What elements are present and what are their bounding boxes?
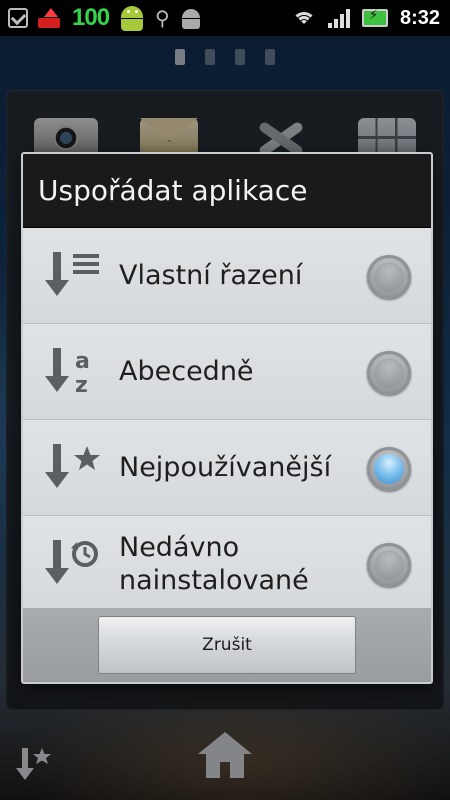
most-used-sort-icon [45,444,100,488]
svg-text:a: a [75,349,90,374]
radio-button[interactable] [367,351,411,395]
cancel-button[interactable]: Zrušit [98,616,356,674]
android-battery-icon [119,3,145,33]
option-recently-installed[interactable]: Nedávno nainstalované [23,516,431,612]
wifi-icon [291,8,316,28]
signal-icon [327,8,350,28]
radio-button-selected[interactable] [367,447,411,491]
svg-text:z: z [75,373,88,398]
status-bar: 100 ⚲ 8:32 [0,0,450,36]
alphabetical-sort-icon: a z [45,348,90,398]
usb-icon: ⚲ [155,6,170,30]
option-alphabetical[interactable]: a z Abecedně [23,324,431,420]
radio-button[interactable] [367,255,411,299]
clock: 8:32 [399,6,440,29]
option-label: Nejpoužívanější [119,452,332,483]
radio-button[interactable] [367,543,411,587]
custom-sort-icon [45,252,99,296]
option-label: Nedávno nainstalované [119,531,309,596]
battery-percent-text: 100 [72,4,110,31]
option-custom-sort[interactable]: Vlastní řazení [23,228,431,324]
notification-arrow-icon [38,8,62,28]
option-label: Abecedně [119,356,254,387]
android-debug-icon [180,7,202,29]
dialog-footer: Zrušit [23,608,431,682]
battery-charging-icon [361,8,388,27]
checkbox-icon [8,8,28,28]
option-most-used[interactable]: Nejpoužívanější [23,420,431,516]
option-label: Vlastní řazení [119,260,303,291]
recently-installed-sort-icon [45,540,98,584]
dialog-title: Uspořádat aplikace [23,154,431,228]
sort-apps-dialog: Uspořádat aplikace Vlastní řazení a z Ab… [21,152,433,684]
